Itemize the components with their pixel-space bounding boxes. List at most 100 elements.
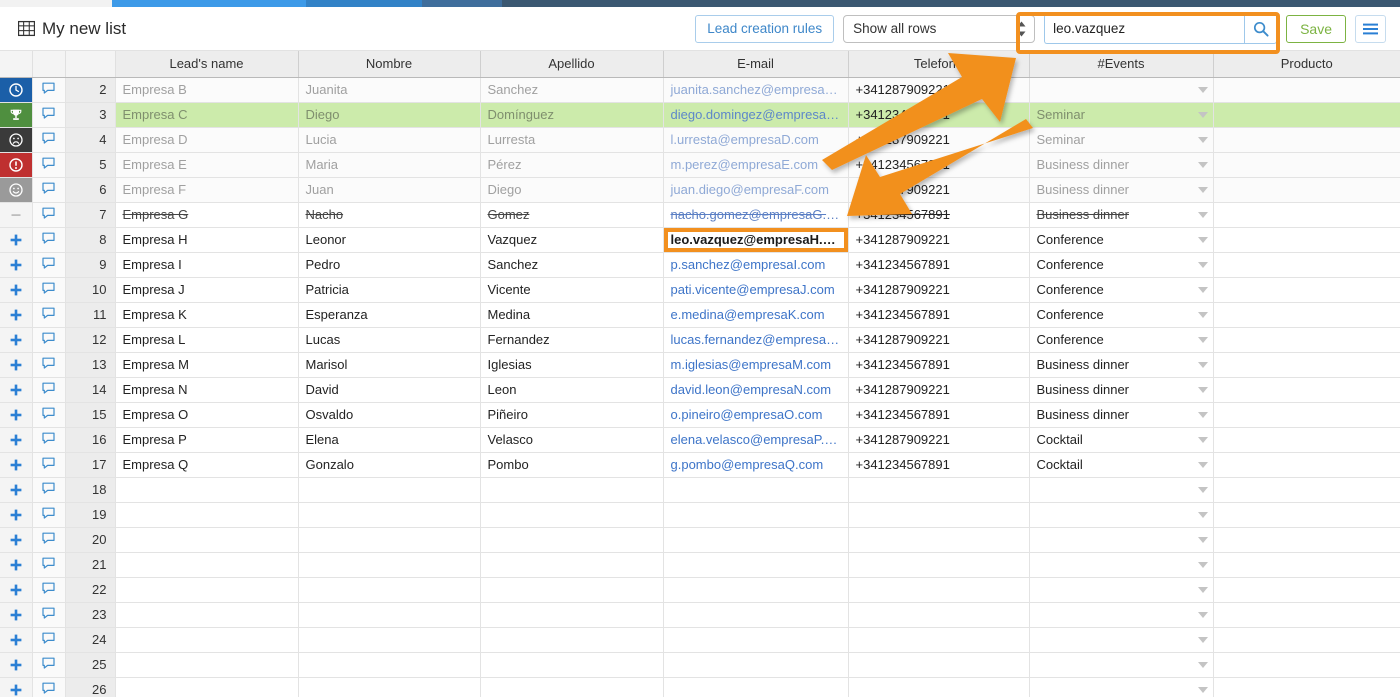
column-header-nombre[interactable]: Nombre [298, 51, 480, 77]
row-number-cell[interactable]: 3 [65, 102, 115, 127]
cell-producto[interactable] [1213, 402, 1400, 427]
chevron-down-icon[interactable] [1198, 462, 1208, 468]
row-comment-cell[interactable] [32, 327, 65, 352]
cell-apellido[interactable]: Diego [480, 177, 663, 202]
row-comment-cell[interactable] [32, 602, 65, 627]
row-number-cell[interactable]: 18 [65, 477, 115, 502]
row-status-cell[interactable] [0, 477, 32, 502]
row-number-cell[interactable]: 12 [65, 327, 115, 352]
chevron-down-icon[interactable] [1198, 412, 1208, 418]
row-status-cell[interactable] [0, 102, 32, 127]
row-number-cell[interactable]: 24 [65, 627, 115, 652]
chevron-down-icon[interactable] [1198, 237, 1208, 243]
cell-nombre[interactable] [298, 677, 480, 697]
lead-creation-rules-button[interactable]: Lead creation rules [695, 15, 834, 43]
row-number-cell[interactable]: 25 [65, 652, 115, 677]
row-comment-cell[interactable] [32, 527, 65, 552]
row-number-cell[interactable]: 23 [65, 602, 115, 627]
cell-telefono[interactable]: +341287909221 [848, 227, 1029, 252]
cell-telefono[interactable]: +341234567891 [848, 402, 1029, 427]
row-status-cell[interactable] [0, 677, 32, 697]
cell-apellido[interactable]: Vicente [480, 277, 663, 302]
cell-producto[interactable] [1213, 527, 1400, 552]
cell-email[interactable] [663, 477, 848, 502]
cell-events[interactable] [1029, 77, 1213, 102]
cell-apellido[interactable] [480, 577, 663, 602]
cell-apellido[interactable]: Lurresta [480, 127, 663, 152]
cell-producto[interactable] [1213, 102, 1400, 127]
cell-producto[interactable] [1213, 327, 1400, 352]
cell-producto[interactable] [1213, 152, 1400, 177]
search-button[interactable] [1244, 14, 1277, 44]
cell-telefono[interactable]: +341234567891 [848, 452, 1029, 477]
row-status-cell[interactable] [0, 227, 32, 252]
table-row[interactable]: 6Empresa FJuanDiegojuan.diego@empresaF.c… [0, 177, 1400, 202]
cell-apellido[interactable]: Pombo [480, 452, 663, 477]
row-status-cell[interactable] [0, 127, 32, 152]
cell-events[interactable]: Cocktail [1029, 452, 1213, 477]
cell-nombre[interactable]: Pedro [298, 252, 480, 277]
table-row[interactable]: 9Empresa IPedroSanchezp.sanchez@empresaI… [0, 252, 1400, 277]
row-comment-cell[interactable] [32, 427, 65, 452]
row-comment-cell[interactable] [32, 152, 65, 177]
row-status-cell[interactable] [0, 77, 32, 102]
row-comment-cell[interactable] [32, 627, 65, 652]
row-status-cell[interactable] [0, 602, 32, 627]
cell-lead-name[interactable]: Empresa I [115, 252, 298, 277]
cell-lead-name[interactable]: Empresa Q [115, 452, 298, 477]
cell-lead-name[interactable] [115, 477, 298, 502]
cell-apellido[interactable]: Velasco [480, 427, 663, 452]
chevron-down-icon[interactable] [1198, 112, 1208, 118]
row-status-cell[interactable] [0, 377, 32, 402]
cell-producto[interactable] [1213, 377, 1400, 402]
cell-telefono[interactable]: +341287909221 [848, 427, 1029, 452]
cell-telefono[interactable]: +341287909221 [848, 327, 1029, 352]
cell-events[interactable] [1029, 652, 1213, 677]
cell-producto[interactable] [1213, 677, 1400, 697]
cell-apellido[interactable]: Domínguez [480, 102, 663, 127]
cell-email[interactable] [663, 602, 848, 627]
row-number-cell[interactable]: 10 [65, 277, 115, 302]
cell-nombre[interactable] [298, 602, 480, 627]
cell-lead-name[interactable]: Empresa N [115, 377, 298, 402]
table-row[interactable]: 19 [0, 502, 1400, 527]
table-row[interactable]: 20 [0, 527, 1400, 552]
cell-events[interactable]: Business dinner [1029, 352, 1213, 377]
cell-nombre[interactable]: Osvaldo [298, 402, 480, 427]
chevron-down-icon[interactable] [1198, 287, 1208, 293]
row-status-cell[interactable] [0, 327, 32, 352]
cell-events[interactable] [1029, 602, 1213, 627]
cell-email[interactable] [663, 577, 848, 602]
row-status-cell[interactable] [0, 402, 32, 427]
cell-events[interactable]: Business dinner [1029, 377, 1213, 402]
cell-producto[interactable] [1213, 277, 1400, 302]
cell-lead-name[interactable]: Empresa K [115, 302, 298, 327]
row-comment-cell[interactable] [32, 202, 65, 227]
row-number-cell[interactable]: 14 [65, 377, 115, 402]
cell-lead-name[interactable]: Empresa D [115, 127, 298, 152]
cell-nombre[interactable] [298, 502, 480, 527]
cell-events[interactable]: Conference [1029, 327, 1213, 352]
table-row[interactable]: 24 [0, 627, 1400, 652]
chevron-down-icon[interactable] [1198, 512, 1208, 518]
row-comment-cell[interactable] [32, 452, 65, 477]
table-row[interactable]: 18 [0, 477, 1400, 502]
cell-telefono[interactable]: +341287909221 [848, 77, 1029, 102]
table-row[interactable]: 2Empresa BJuanitaSanchezjuanita.sanchez@… [0, 77, 1400, 102]
cell-telefono[interactable]: +341234567891 [848, 352, 1029, 377]
cell-telefono[interactable] [848, 552, 1029, 577]
cell-email[interactable]: e.medina@empresaK.com [663, 302, 848, 327]
cell-telefono[interactable] [848, 652, 1029, 677]
cell-producto[interactable] [1213, 177, 1400, 202]
row-status-cell[interactable] [0, 552, 32, 577]
cell-nombre[interactable]: Esperanza [298, 302, 480, 327]
cell-apellido[interactable]: Sanchez [480, 77, 663, 102]
row-comment-cell[interactable] [32, 377, 65, 402]
cell-email[interactable] [663, 502, 848, 527]
cell-telefono[interactable]: +341287909221 [848, 177, 1029, 202]
cell-lead-name[interactable]: Empresa J [115, 277, 298, 302]
cell-apellido[interactable]: Fernandez [480, 327, 663, 352]
cell-producto[interactable] [1213, 302, 1400, 327]
table-row[interactable]: 15Empresa OOsvaldoPiñeiroo.pineiro@empre… [0, 402, 1400, 427]
cell-telefono[interactable]: +341287909221 [848, 277, 1029, 302]
